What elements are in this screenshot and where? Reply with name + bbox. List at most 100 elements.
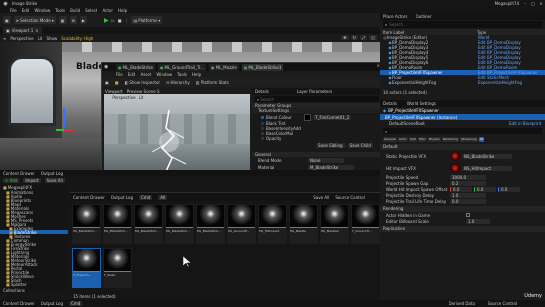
save-all-button[interactable]: Save All [44,178,65,183]
output-log-button[interactable]: Output Log [41,301,63,306]
asset-tile[interactable]: ML_Mazzle2 [320,204,349,244]
hamburger-menu-icon[interactable]: ≡ [106,95,109,100]
prop-value-input[interactable]: 0.2 [450,180,486,186]
show-button[interactable]: Show [46,36,57,41]
camera-speed-icon[interactable]: ◱ [369,35,377,40]
prop-value-input[interactable]: 3000.0 [450,174,486,180]
step-icon[interactable]: ▷ [112,16,115,24]
cinematics-icon[interactable]: ▶ [79,16,87,24]
gizmo-y-axis[interactable] [56,129,64,131]
billboard-scale-input[interactable]: 1.0 [466,218,490,224]
details-search[interactable]: ⌕ Search [255,96,379,102]
menu-tools[interactable]: Tools [177,72,187,77]
tab-material-4[interactable]: ● ML_BladeStrike3 [241,63,284,71]
filter-dropdown[interactable]: All [158,194,168,200]
column-type[interactable]: Type [477,30,486,35]
save-icon[interactable]: ▣ [3,16,11,24]
vector-component-input[interactable]: 0.0 [498,186,520,192]
browse-button[interactable]: ■ [115,80,119,85]
asset-tile[interactable]: ML_BladeStrik... [196,204,225,244]
component-root-row[interactable]: DefaultSceneRoot Edit in Blueprint [380,120,545,126]
checkbox-icon[interactable] [261,137,264,140]
asset-tile[interactable]: T_Slash [103,248,132,288]
checkbox-icon[interactable] [261,115,264,119]
cmd-input[interactable]: Cmd [139,194,153,200]
niagara-system-thumbnail[interactable] [450,163,460,173]
checkbox-icon[interactable] [261,132,264,135]
tab-preview-scene[interactable]: Preview Scene S [127,89,160,94]
menu-select[interactable]: Select [85,8,97,13]
perspective-button[interactable]: Perspective [112,95,135,100]
minimize-icon[interactable]: – [522,0,528,7]
vector-component-input[interactable]: 0.0 [474,186,496,192]
content-icon[interactable]: ▦ [58,16,67,24]
tab-material-2[interactable]: ● ML_GroundTrail_Tr... [157,63,206,71]
perspective-button[interactable]: Perspective [10,36,33,41]
import-button[interactable]: Import [23,178,41,183]
gizmo-x-axis[interactable] [64,129,74,131]
asset-tile[interactable]: ML_BladeStrik... [72,204,101,244]
save-button[interactable]: ▣ [105,80,109,85]
menu-actor[interactable]: Actor [102,8,113,13]
menu-file[interactable]: File [10,8,17,13]
menu-build[interactable]: Build [70,8,80,13]
tab-layer-parameters[interactable]: Layer Parameters [297,89,332,94]
hamburger-menu-icon[interactable]: ≡ [3,36,6,41]
tab-content-drawer[interactable]: Content Drawer [3,171,35,176]
texture-thumbnail[interactable] [304,113,311,121]
play-icon[interactable]: ▶ [104,16,109,24]
show-inspector-button[interactable]: ◧ Show Inspector [125,80,161,85]
filter-tab[interactable]: Actor [397,136,408,142]
tab-output-log[interactable]: Output Log [111,195,133,200]
asset-picker-dropdown[interactable]: NS_BladeStrike [462,153,512,159]
filter-tab[interactable]: General [383,136,397,142]
add-button[interactable]: + Add [3,178,20,183]
tab-material-1[interactable]: ● ML_BladeStrike [116,63,155,71]
derived-data-button[interactable]: Derived Data [449,301,476,306]
platform-stats-button[interactable]: ▥ Platform Stats [196,80,229,85]
tab-world-settings[interactable]: World Settings [407,101,436,106]
maximize-icon[interactable]: □ [530,0,536,7]
material-preview-viewport[interactable]: ≡ Perspective Lit [104,94,250,182]
filter-tab[interactable]: All [478,136,485,142]
asset-tile[interactable]: T_FireCom... [72,248,101,288]
more-options-icon[interactable]: ⋮ [124,16,128,24]
save-sibling-button[interactable]: Save Sibling [316,142,345,148]
menu-edit[interactable]: Edit [128,72,136,77]
prop-value-input[interactable]: 0.0 [450,198,486,204]
edit-in-blueprint-link[interactable]: Edit in Blueprint [509,121,541,126]
menu-file[interactable]: File [116,72,123,77]
tab-output-log[interactable]: Output Log [41,171,63,176]
blueprint-icon[interactable]: ⊞ [69,16,77,24]
blend-mode-dropdown[interactable]: None [308,158,344,163]
outliner-row[interactable]: ◆ ExponentialHeightFog ExponentialHeightFo… [380,80,545,85]
niagara-system-thumbnail[interactable] [450,151,460,161]
outliner-search[interactable]: ⌕ Search... [383,21,542,28]
hierarchy-button[interactable]: ⊟ Hierarchy [166,80,190,85]
vector-component-input[interactable]: 0.0 [450,186,472,192]
menu-asset[interactable]: Asset [140,72,151,77]
menu-edit[interactable]: Edit [22,8,30,13]
close-icon[interactable]: × [538,0,544,7]
checkbox-icon[interactable] [261,127,264,130]
save-all-button[interactable]: Save All [313,195,329,200]
column-item-label[interactable]: Item Label [383,30,477,35]
asset-tile[interactable]: ML_BladeStrik... [103,204,132,244]
asset-tile[interactable]: ML_Mazzle [289,204,318,244]
lit-button[interactable]: Lit [139,95,144,100]
selection-mode-dropdown[interactable]: ➤ Selection Mode ▾ [13,16,56,24]
menu-help[interactable]: Help [192,72,201,77]
lit-button[interactable]: Lit [38,36,43,41]
menu-help[interactable]: Help [118,8,127,13]
asset-tile[interactable]: ML_BladeStrik... [134,204,163,244]
tab-details[interactable]: Details [383,101,397,106]
tab-content-drawer[interactable]: Content Drawer [73,195,105,200]
asset-tile[interactable]: ML_HitImpact [258,204,287,244]
scale-snap-icon[interactable]: ⤢ [360,35,368,40]
menu-window[interactable]: Window [34,8,50,13]
translate-snap-icon[interactable]: ✥ [341,35,349,40]
gizmo-z-axis[interactable] [63,108,65,130]
tab-viewport-1[interactable]: ▣ Viewport 1 × [3,27,42,34]
tab-viewport[interactable]: Viewport [105,89,123,94]
content-drawer-button[interactable]: Content Drawer [3,301,35,306]
